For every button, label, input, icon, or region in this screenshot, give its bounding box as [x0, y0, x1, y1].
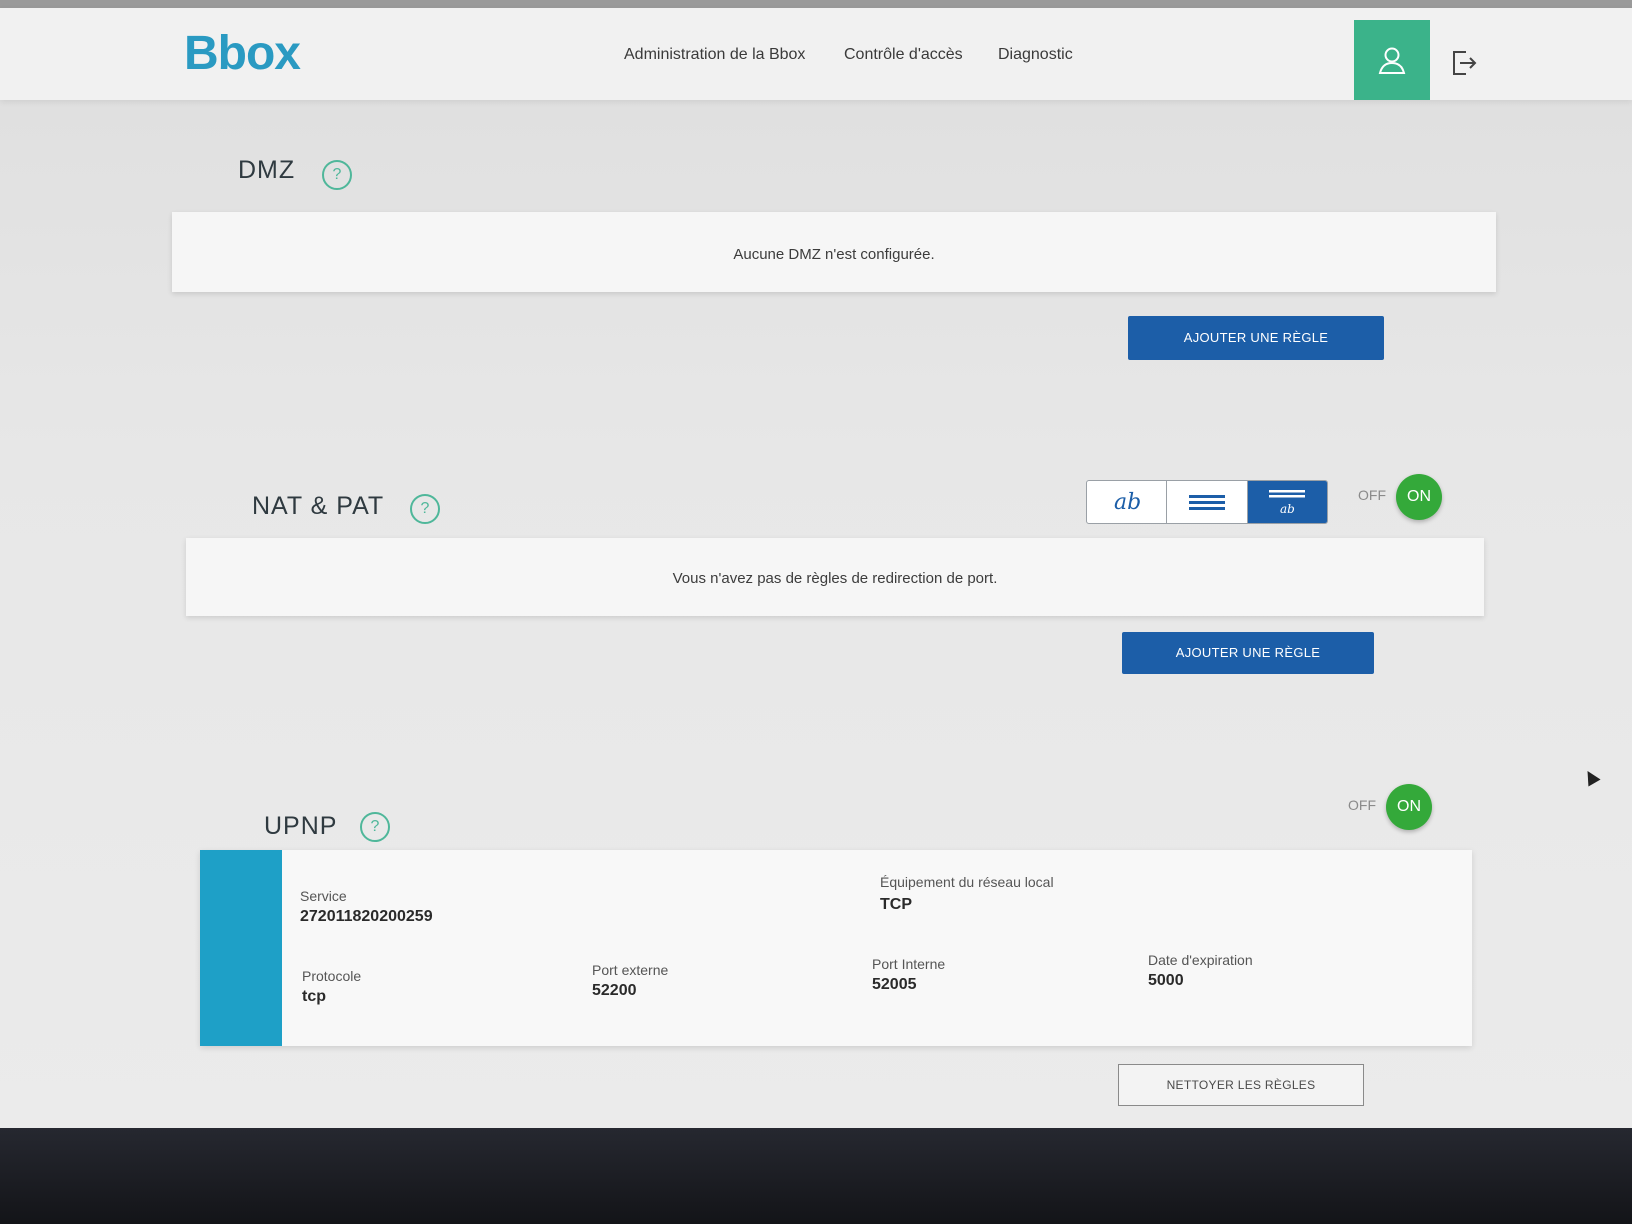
dmz-title: DMZ [238, 156, 296, 184]
screen: Bbox Administration de la Bbox Contrôle … [0, 0, 1632, 1128]
upnp-rule-color-bar [200, 850, 282, 1046]
nat-title: NAT & PAT [252, 492, 385, 520]
int-port-label: Port Interne [872, 956, 946, 972]
nat-view-switcher: ab ab [1086, 480, 1328, 524]
user-icon [1378, 47, 1406, 74]
dmz-card: Aucune DMZ n'est configurée. [172, 212, 1496, 292]
upnp-toggle-on-knob: ON [1386, 784, 1432, 830]
dmz-help-icon[interactable]: ? [322, 160, 352, 190]
clean-rules-button[interactable]: NETTOYER LES RÈGLES [1118, 1064, 1364, 1106]
logout-icon [1453, 51, 1477, 75]
upnp-toggle[interactable]: OFF ON [1348, 784, 1432, 830]
nat-card: Vous n'avez pas de règles de redirection… [186, 538, 1484, 616]
upnp-toggle-off-label: OFF [1348, 797, 1376, 813]
svg-text:ab: ab [1280, 502, 1295, 516]
nat-toggle-off-label: OFF [1358, 487, 1386, 503]
dmz-empty-message: Aucune DMZ n'est configurée. [733, 246, 935, 263]
nat-view-list-button[interactable] [1167, 481, 1248, 523]
user-button[interactable] [1354, 20, 1430, 100]
protocol-label: Protocole [302, 968, 362, 984]
ext-port-value: 52200 [592, 982, 637, 999]
dmz-add-rule-button[interactable]: AJOUTER UNE RÈGLE [1128, 316, 1384, 360]
int-port-value: 52005 [872, 976, 917, 993]
browser-strip [0, 0, 1632, 8]
protocol-value: tcp [302, 988, 326, 1005]
nav-access-control[interactable]: Contrôle d'accès [844, 46, 963, 64]
service-value: 272011820200259 [300, 908, 433, 925]
equipment-value: TCP [880, 896, 912, 913]
upnp-help-icon[interactable]: ? [360, 812, 390, 842]
nav-administration[interactable]: Administration de la Bbox [624, 46, 805, 64]
upnp-title: UPNP [264, 812, 338, 840]
svg-text:ab: ab [1114, 490, 1141, 514]
monitor-bezel [0, 1128, 1632, 1224]
nat-toggle[interactable]: OFF ON [1358, 474, 1442, 520]
nat-view-text-button[interactable]: ab [1087, 481, 1168, 523]
nat-add-rule-button[interactable]: AJOUTER UNE RÈGLE [1122, 632, 1374, 674]
nat-view-detail-button[interactable]: ab [1247, 481, 1327, 523]
list-view-icon [1188, 495, 1225, 510]
nav-diagnostic[interactable]: Diagnostic [998, 46, 1073, 64]
upnp-rule-card[interactable]: Service 272011820200259 Équipement du ré… [200, 850, 1472, 1046]
nat-toggle-on-knob: ON [1396, 474, 1442, 520]
nat-empty-message: Vous n'avez pas de règles de redirection… [672, 570, 998, 587]
service-label: Service [300, 888, 347, 904]
equipment-label: Équipement du réseau local [880, 874, 1054, 890]
mouse-cursor-icon [1581, 767, 1601, 787]
header: Bbox Administration de la Bbox Contrôle … [0, 8, 1632, 100]
detail-view-icon: ab [1269, 490, 1306, 516]
text-view-icon: ab [1114, 490, 1141, 514]
ext-port-label: Port externe [592, 962, 669, 978]
nat-help-icon[interactable]: ? [410, 494, 440, 524]
bbox-logo[interactable]: Bbox [184, 26, 301, 81]
expiry-label: Date d'expiration [1148, 952, 1253, 968]
logout-button[interactable] [1448, 48, 1484, 84]
expiry-value: 5000 [1148, 972, 1184, 989]
